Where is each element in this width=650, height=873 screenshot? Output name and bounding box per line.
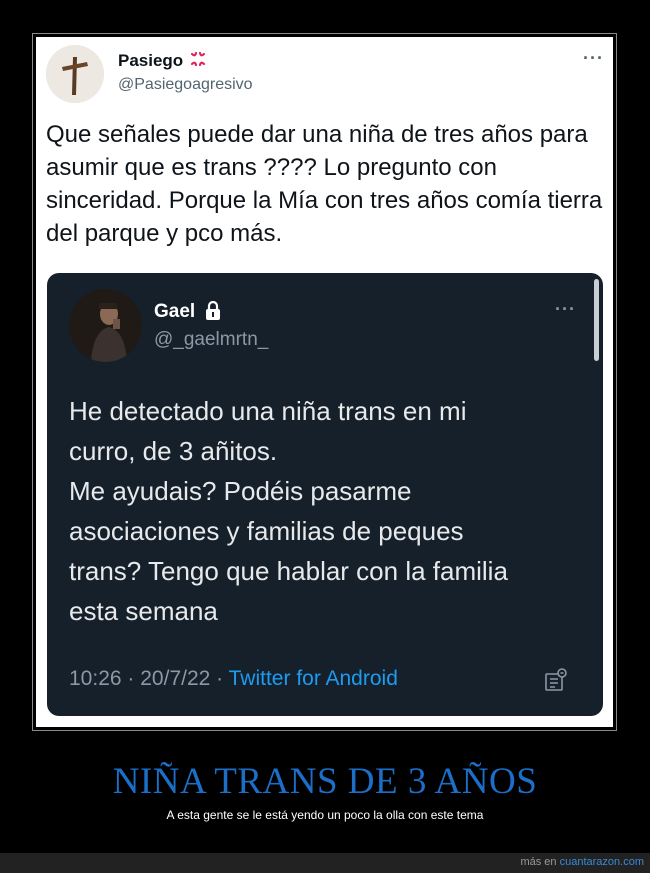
footer-bar: más en cuantarazon.com	[0, 853, 650, 873]
author-avatar[interactable]	[46, 45, 104, 103]
tweet-metadata: 10:26 · 20/7/22 · Twitter for Android	[69, 667, 398, 691]
scrollbar[interactable]	[594, 279, 599, 361]
author-handle[interactable]: @Pasiegoagresivo	[118, 76, 253, 94]
tweet-text: Que señales puede dar una niña de tres a…	[46, 121, 603, 247]
cross-icon	[46, 45, 104, 103]
footer-text: más en cuantarazon.com	[520, 856, 644, 868]
site-link[interactable]: cuantarazon.com	[560, 856, 644, 868]
author-name[interactable]: Pasiego	[118, 51, 208, 71]
quoted-more-options-icon[interactable]: ···	[555, 299, 576, 320]
analytics-icon[interactable]	[543, 667, 569, 693]
post-subtitle: A esta gente se le está yendo un poco la…	[166, 808, 484, 822]
quoted-author-avatar[interactable]	[69, 289, 142, 362]
tweet-time[interactable]: 10:26	[69, 667, 122, 690]
post-headline: NIÑA TRANS DE 3 AÑOS	[112, 761, 538, 802]
quoted-tweet-card[interactable]: Gael @_gaelmrtn_ ··· He detectado una ni…	[47, 273, 603, 716]
lock-icon	[206, 301, 220, 320]
tweet-source-link[interactable]: Twitter for Android	[229, 667, 398, 690]
anger-symbol-icon	[190, 51, 206, 67]
tweet-date[interactable]: 20/7/22	[140, 667, 210, 690]
person-photo-icon	[69, 289, 142, 362]
quoted-tweet-text: He detectado una niña trans en mi curro,…	[69, 396, 508, 626]
more-options-icon[interactable]: ···	[583, 48, 604, 69]
quoted-author-handle[interactable]: @_gaelmrtn_	[154, 329, 268, 351]
meta-separator-2: ·	[216, 667, 224, 690]
quoted-author-name[interactable]: Gael	[154, 301, 195, 323]
meta-separator: ·	[127, 667, 135, 690]
